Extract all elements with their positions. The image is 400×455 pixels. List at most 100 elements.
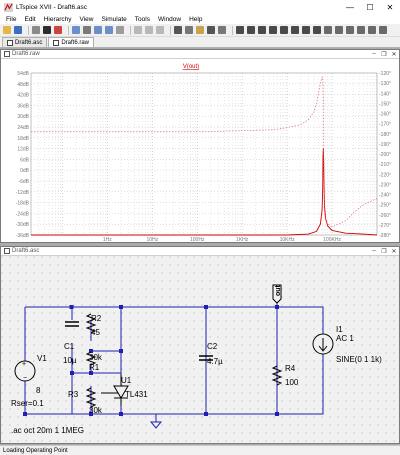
find-icon[interactable] <box>207 26 215 34</box>
spice-directive-icon[interactable] <box>379 26 387 34</box>
left-axis-tick-label: 12dB <box>17 147 29 153</box>
child-close-button[interactable]: ✕ <box>389 50 399 58</box>
net-label-out-text[interactable]: out <box>275 284 282 296</box>
waveform-file-icon <box>53 39 60 46</box>
child-minimize-button[interactable]: – <box>369 247 379 255</box>
right-axis-tick-label: -170° <box>379 122 391 128</box>
right-axis-tick-label: -210° <box>379 162 391 168</box>
i1-ref[interactable]: I1 <box>336 325 343 334</box>
zoom-out-icon[interactable] <box>94 26 102 34</box>
save-icon[interactable] <box>14 26 22 34</box>
menu-simulate[interactable]: Simulate <box>97 16 130 23</box>
i1-sine[interactable]: SINE(0 1 1k) <box>336 355 382 364</box>
c2-value[interactable]: 4.7µ <box>207 357 223 366</box>
i1-ac[interactable]: AC 1 <box>336 334 354 343</box>
redo-icon[interactable] <box>357 26 365 34</box>
v1-value[interactable]: 8 <box>36 386 41 395</box>
child-restore-button[interactable]: ❐ <box>379 247 389 255</box>
cascade-windows-icon[interactable] <box>145 26 153 34</box>
v1-rser[interactable]: Rser=0.1 <box>11 399 44 408</box>
menu-window[interactable]: Window <box>154 16 185 23</box>
paste-icon[interactable] <box>196 26 204 34</box>
inductor-icon[interactable] <box>291 26 299 34</box>
spice-directive[interactable]: .ac oct 20m 1 1MEG <box>11 426 84 435</box>
tab-draft6-raw[interactable]: Draft6.raw <box>48 37 95 47</box>
bode-plot[interactable]: 54dB 48dB 42dB 36dB 30dB 24dB 18dB 12dB 6dB 0dB -6… <box>1 59 399 243</box>
child-close-button[interactable]: ✕ <box>389 247 399 255</box>
c2-ref[interactable]: C2 <box>207 342 218 351</box>
run-icon[interactable] <box>43 26 51 34</box>
right-axis-tick-label: -190° <box>379 142 391 148</box>
r3-ref[interactable]: R3 <box>68 390 79 399</box>
undo-icon[interactable] <box>346 26 354 34</box>
print-icon[interactable] <box>218 26 226 34</box>
u1-value[interactable]: TL431 <box>125 390 148 399</box>
component-icon[interactable] <box>313 26 321 34</box>
x-axis-tick-label: 10KHz <box>280 237 296 242</box>
u1-ref[interactable]: U1 <box>121 376 132 385</box>
diode-icon[interactable] <box>302 26 310 34</box>
r1-ref[interactable]: R1 <box>89 363 100 372</box>
toolbar-separator <box>170 25 171 35</box>
right-axis-tick-label: -120° <box>379 71 391 77</box>
left-axis-tick-label: 42dB <box>17 93 29 99</box>
right-axis-tick-label: -250° <box>379 203 391 209</box>
zoom-in-icon[interactable] <box>72 26 80 34</box>
child-restore-button[interactable]: ❐ <box>379 50 389 58</box>
menu-hierarchy[interactable]: Hierarchy <box>40 16 76 23</box>
autorange-icon[interactable] <box>116 26 124 34</box>
tab-label: Draft6.raw <box>61 39 90 46</box>
left-axis-tick-label: 24dB <box>17 125 29 131</box>
trace-label-vout[interactable]: V(out) <box>183 64 199 70</box>
close-button[interactable]: ✕ <box>380 0 400 14</box>
minimize-button[interactable]: — <box>340 0 360 14</box>
status-bar: Loading Operating Point <box>0 445 400 455</box>
c1-ref[interactable]: C1 <box>64 342 75 351</box>
r2-ref[interactable]: R2 <box>91 314 102 323</box>
r4-value[interactable]: 100 <box>285 378 299 387</box>
tile-windows-icon[interactable] <box>134 26 142 34</box>
menu-help[interactable]: Help <box>185 16 206 23</box>
cut-icon[interactable] <box>174 26 182 34</box>
maximize-button[interactable]: ☐ <box>360 0 380 14</box>
schematic-window-title: Draft6.asc <box>12 248 40 254</box>
copy-icon[interactable] <box>185 26 193 34</box>
right-axis-tick-label: -240° <box>379 193 391 199</box>
menu-view[interactable]: View <box>76 16 98 23</box>
resistor-icon[interactable] <box>269 26 277 34</box>
left-axis-tick-label: 36dB <box>17 103 29 109</box>
right-axis-tick-label: -270° <box>379 223 391 229</box>
capacitor-icon[interactable] <box>280 26 288 34</box>
close-window-icon[interactable] <box>156 26 164 34</box>
control-panel-icon[interactable] <box>32 26 40 34</box>
child-minimize-button[interactable]: – <box>369 50 379 58</box>
label-net-icon[interactable] <box>258 26 266 34</box>
text-icon[interactable] <box>368 26 376 34</box>
v1-ref[interactable]: V1 <box>37 354 47 363</box>
wire-icon[interactable] <box>236 26 244 34</box>
drag-icon[interactable] <box>335 26 343 34</box>
schematic-canvas[interactable]: + − V1 8 Rser=0.1 C1 10µ R2 45 30k R1 R3 <box>1 256 399 443</box>
menu-file[interactable]: File <box>2 16 20 23</box>
right-axis-tick-label: -230° <box>379 182 391 188</box>
r4-ref[interactable]: R4 <box>285 364 296 373</box>
right-axis-tick-label: -200° <box>379 152 391 158</box>
ground-icon[interactable] <box>247 26 255 34</box>
zoom-fit-icon[interactable] <box>105 26 113 34</box>
r2-value[interactable]: 45 <box>91 328 100 337</box>
tab-draft6-asc[interactable]: Draft6.asc <box>2 37 48 47</box>
r3-value[interactable]: 30k <box>89 406 103 415</box>
menu-edit[interactable]: Edit <box>20 16 39 23</box>
toolbar-separator <box>28 25 29 35</box>
c1-value[interactable]: 10µ <box>63 356 77 365</box>
toolbar <box>0 24 400 37</box>
move-icon[interactable] <box>324 26 332 34</box>
r1-value-label[interactable]: 30k <box>89 353 103 362</box>
window-title: LTspice XVII - Draft6.asc <box>16 3 88 11</box>
pan-icon[interactable] <box>83 26 91 34</box>
open-folder-icon[interactable] <box>3 26 11 34</box>
waveform-file-icon <box>4 51 10 57</box>
halt-icon[interactable] <box>54 26 62 34</box>
left-axis-tick-label: -6dB <box>18 179 29 185</box>
menu-tools[interactable]: Tools <box>131 16 154 23</box>
